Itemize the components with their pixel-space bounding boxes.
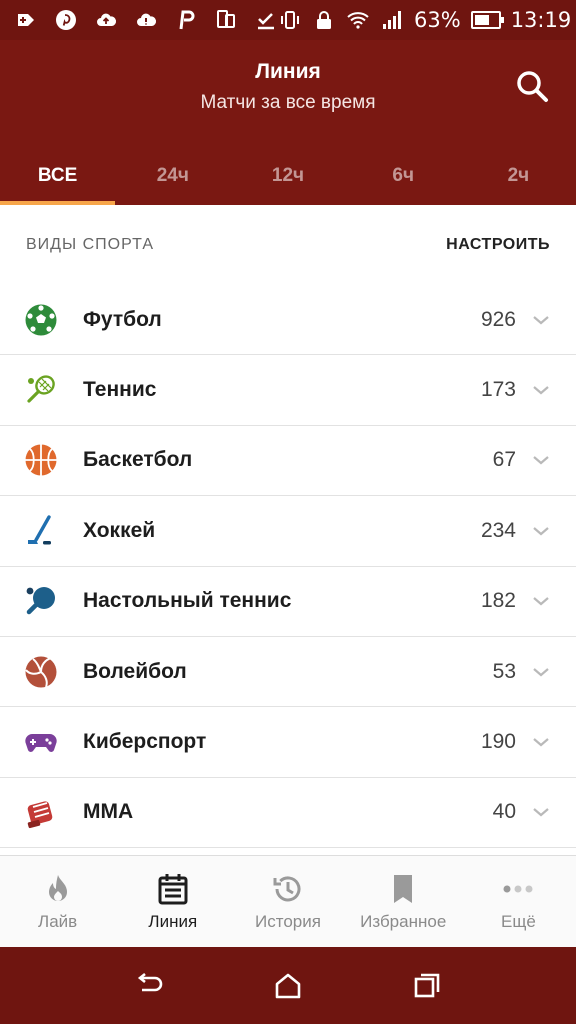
sport-row[interactable]: Теннис 173 [0, 355, 576, 426]
sport-name: Хоккей [83, 518, 156, 542]
clock: 13:19 [510, 8, 572, 32]
recent-apps-icon [414, 973, 439, 997]
sport-count: 234 [480, 518, 516, 542]
volleyball-icon [24, 655, 58, 689]
sport-row[interactable]: ММА 40 [0, 778, 576, 849]
calendar-list-icon [156, 872, 190, 906]
back-icon [138, 972, 163, 991]
search-icon [517, 71, 548, 102]
cloud-alert-icon [134, 8, 158, 32]
status-bar: 63% 13:19 [0, 0, 576, 40]
bottom-navigation: Лайв Линия История Избранное Ещё [0, 855, 576, 947]
sport-row[interactable]: Волейбол 53 [0, 637, 576, 708]
lock-icon [312, 8, 336, 32]
pinterest-icon [54, 8, 78, 32]
chevron-down-icon[interactable] [530, 590, 552, 612]
page-subtitle: Матчи за все время [200, 92, 376, 113]
configure-button[interactable]: НАСТРОИТЬ [446, 236, 550, 254]
nav-label: Ещё [501, 911, 536, 931]
sport-row[interactable]: Баскетбол 67 [0, 426, 576, 497]
nav-item-1[interactable]: Линия [115, 856, 230, 947]
basketball-icon [24, 443, 58, 477]
tab-1[interactable]: 24ч [115, 147, 230, 205]
bookmark-icon [386, 872, 420, 906]
sport-count: 53 [492, 659, 516, 683]
home-icon [275, 973, 301, 998]
nav-label: История [255, 911, 321, 931]
sport-row[interactable]: Киберспорт 190 [0, 707, 576, 778]
chevron-down-icon[interactable] [530, 309, 552, 331]
header-titles: Линия Матчи за все время [0, 60, 576, 114]
cloud-upload-icon [94, 8, 118, 32]
sports-content: ВИДЫ СПОРТА НАСТРОИТЬ Футбол 926 Теннис 173… [0, 205, 576, 855]
history-icon [271, 872, 305, 906]
nav-label: Избранное [360, 911, 447, 931]
more-dots-icon [501, 872, 535, 906]
flame-icon [41, 872, 75, 906]
tab-2[interactable]: 12ч [230, 147, 345, 205]
sport-name: Киберспорт [83, 730, 207, 754]
search-button[interactable] [512, 66, 552, 106]
mma-glove-icon [24, 795, 58, 829]
sport-name: Баскетбол [83, 448, 193, 472]
battery-percent: 63% [414, 8, 461, 32]
ping-pong-icon [24, 584, 58, 618]
sport-count: 182 [480, 589, 516, 613]
sport-count: 40 [492, 800, 516, 824]
sport-count: 926 [480, 307, 516, 331]
nav-label: Линия [148, 911, 198, 931]
wifi-icon [346, 8, 370, 32]
sport-name: ММА [83, 800, 134, 824]
nav-label: Лайв [38, 911, 78, 931]
check-download-icon [254, 8, 278, 32]
parking-icon [174, 8, 198, 32]
home-button[interactable] [270, 968, 306, 1004]
soccer-ball-icon [24, 303, 58, 337]
recent-apps-button[interactable] [409, 968, 445, 1004]
section-title: ВИДЫ СПОРТА [26, 236, 154, 253]
gamepad-icon [24, 725, 58, 759]
nav-item-2[interactable]: История [230, 856, 345, 947]
app-header: Линия Матчи за все время ВСЕ 24ч 12ч 6ч 2ч [0, 40, 576, 205]
battery-level [474, 15, 489, 25]
add-icon [14, 8, 38, 32]
sport-row[interactable]: Настольный теннис 182 [0, 567, 576, 637]
system-navigation-bar [0, 947, 576, 1024]
section-header: ВИДЫ СПОРТА НАСТРОИТЬ [0, 205, 576, 285]
tab-3[interactable]: 6ч [346, 147, 461, 205]
signal-icon [380, 8, 404, 32]
notification-icons [14, 8, 278, 32]
sport-count: 67 [492, 448, 516, 472]
sport-count: 190 [480, 730, 516, 754]
chevron-down-icon[interactable] [530, 731, 552, 753]
back-button[interactable] [131, 968, 167, 1004]
nav-item-3[interactable]: Избранное [346, 856, 461, 947]
time-filter-tabs: ВСЕ 24ч 12ч 6ч 2ч [0, 147, 576, 205]
sport-list: Футбол 926 Теннис 173 Баскетбол 67 Хоккей 234 На… [0, 285, 576, 849]
tab-0[interactable]: ВСЕ [0, 147, 116, 205]
sport-name: Настольный теннис [83, 589, 292, 613]
chevron-down-icon[interactable] [530, 520, 552, 542]
sport-row[interactable]: Футбол 926 [0, 285, 576, 356]
sport-name: Футбол [83, 307, 162, 331]
nav-item-0[interactable]: Лайв [0, 856, 115, 947]
sport-name: Волейбол [83, 659, 187, 683]
chevron-down-icon[interactable] [530, 379, 552, 401]
vibrate-icon [278, 8, 302, 32]
tab-4[interactable]: 2ч [461, 147, 576, 205]
tennis-racket-icon [24, 373, 58, 407]
chevron-down-icon[interactable] [530, 449, 552, 471]
sport-name: Теннис [83, 378, 157, 402]
chevron-down-icon[interactable] [530, 801, 552, 823]
sport-count: 173 [480, 378, 516, 402]
chevron-down-icon[interactable] [530, 661, 552, 683]
hockey-stick-icon [24, 514, 58, 548]
page-title: Линия [255, 60, 321, 83]
sport-row[interactable]: Хоккей 234 [0, 496, 576, 567]
nav-item-4[interactable]: Ещё [461, 856, 576, 947]
system-status: 63% 13:19 [278, 8, 571, 32]
phone-copy-icon [214, 8, 238, 32]
battery-icon [470, 11, 504, 29]
